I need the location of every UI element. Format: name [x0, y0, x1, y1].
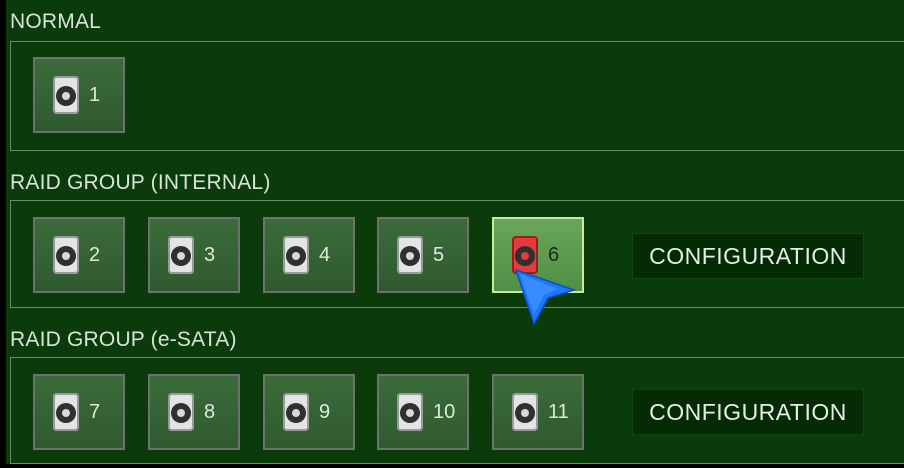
- disk-11-button[interactable]: 11: [492, 374, 584, 450]
- disk-number: 11: [548, 400, 569, 423]
- hard-disk-icon: [397, 236, 423, 274]
- disk-number: 2: [89, 243, 101, 266]
- disk-number: 4: [319, 243, 331, 266]
- disk-7-button[interactable]: 7: [33, 374, 125, 450]
- hard-disk-icon: [53, 236, 79, 274]
- disk-4-button[interactable]: 4: [263, 217, 355, 293]
- disk-number: 6: [548, 243, 560, 266]
- hard-disk-icon: [397, 393, 423, 431]
- section-title-normal: NORMAL: [10, 10, 102, 33]
- mouse-pointer-icon: [514, 268, 576, 326]
- hard-disk-icon: [168, 236, 194, 274]
- raid-internal-configuration-button[interactable]: CONFIGURATION: [632, 233, 864, 279]
- section-title-raid-internal: RAID GROUP (INTERNAL): [10, 171, 271, 194]
- raid-esata-configuration-button[interactable]: CONFIGURATION: [632, 389, 864, 435]
- disk-number: 1: [89, 83, 101, 106]
- hard-disk-icon: [283, 393, 309, 431]
- disk-3-button[interactable]: 3: [148, 217, 240, 293]
- hard-disk-icon: [283, 236, 309, 274]
- raid-internal-panel: 2 3 4 5 6 CONFIGURATION: [10, 200, 904, 308]
- disk-number: 9: [319, 400, 331, 423]
- disk-2-button[interactable]: 2: [33, 217, 125, 293]
- hard-disk-icon: [53, 393, 79, 431]
- disk-number: 10: [433, 400, 456, 423]
- disk-5-button[interactable]: 5: [377, 217, 469, 293]
- hard-disk-icon: [168, 393, 194, 431]
- disk-9-button[interactable]: 9: [263, 374, 355, 450]
- disk-number: 3: [204, 243, 216, 266]
- normal-panel: 1: [10, 41, 904, 151]
- disk-10-button[interactable]: 10: [377, 374, 469, 450]
- hard-disk-icon: [512, 393, 538, 431]
- raid-esata-panel: 7 8 9 10 11 CONFIGURATION: [10, 357, 904, 464]
- section-title-raid-esata: RAID GROUP (e-SATA): [10, 328, 237, 351]
- disk-8-button[interactable]: 8: [148, 374, 240, 450]
- disk-number: 7: [89, 400, 101, 423]
- hard-disk-icon: [53, 76, 79, 114]
- disk-number: 8: [204, 400, 216, 423]
- disk-1-button[interactable]: 1: [33, 57, 125, 133]
- disk-number: 5: [433, 243, 445, 266]
